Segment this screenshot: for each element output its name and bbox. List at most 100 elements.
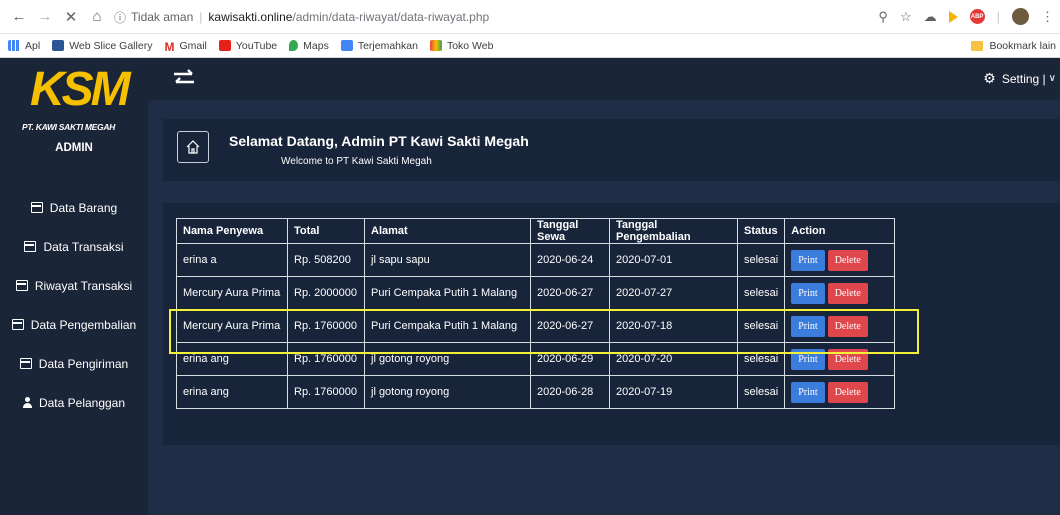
home-button[interactable]	[177, 131, 209, 163]
cell-alamat: jl sapu sapu	[364, 243, 531, 277]
bookmark-youtube[interactable]: YouTube	[218, 39, 278, 52]
menu-kebab-icon[interactable]: ⋮	[1041, 9, 1054, 25]
cell-nama: erina ang	[176, 375, 288, 409]
cell-tanggal-sewa: 2020-06-24	[530, 243, 610, 277]
sidebar-item-label: Data Transaksi	[43, 239, 124, 254]
back-arrow-icon[interactable]: ←	[8, 8, 30, 26]
security-label: Tidak aman	[131, 10, 194, 24]
delete-button[interactable]: Delete	[827, 282, 868, 304]
print-button[interactable]: Print	[791, 249, 825, 271]
table-row: erina ang Rp. 1760000 jl gotong royong 2…	[176, 375, 896, 409]
sidebar: KSM PT. KAWI SAKTI MEGAH ADMIN Data Bara…	[0, 58, 148, 515]
bookmark-label: Gmail	[179, 39, 207, 52]
sidebar-item-label: Riwayat Transaksi	[34, 278, 133, 293]
cell-tanggal-sewa: 2020-06-28	[530, 375, 610, 409]
sidebar-item-data-barang[interactable]: Data Barang	[0, 188, 148, 227]
youtube-icon	[218, 40, 231, 51]
sidebar-item-riwayat-transaksi[interactable]: Riwayat Transaksi	[0, 266, 148, 305]
gear-icon: ⚙	[983, 70, 996, 86]
profile-avatar[interactable]	[1012, 8, 1029, 25]
bookmark-maps[interactable]: Maps	[289, 40, 329, 52]
cell-alamat: Puri Cempaka Putih 1 Malang	[364, 276, 531, 310]
bookmarks-bar: Apl Web Slice Gallery M Gmail YouTube Ma…	[0, 34, 1060, 58]
bookmark-label: Apl	[25, 39, 41, 52]
folder-icon	[24, 241, 37, 252]
delete-button[interactable]: Delete	[827, 249, 868, 271]
cell-action: Print Delete	[784, 276, 896, 310]
bookmark-other[interactable]: Bookmark lain	[971, 40, 1056, 52]
cell-total: Rp. 2000000	[287, 276, 365, 310]
welcome-card: Selamat Datang, Admin PT Kawi Sakti Mega…	[163, 119, 1060, 181]
sidebar-item-label: Data Pengembalian	[30, 317, 137, 332]
logo-subtitle: PT. KAWI SAKTI MEGAH	[22, 122, 116, 132]
url-host: kawisakti.online	[208, 10, 293, 24]
home-icon[interactable]: ⌂	[86, 8, 108, 26]
cell-total: Rp. 1760000	[287, 375, 365, 409]
column-header-tanggal-pengembalian: Tanggal Pengembalian	[609, 218, 738, 244]
table-row: erina a Rp. 508200 jl sapu sapu 2020-06-…	[176, 243, 896, 277]
print-button[interactable]: Print	[791, 282, 825, 304]
translate-icon	[340, 40, 353, 51]
cell-tanggal-sewa: 2020-06-27	[530, 276, 610, 310]
sidebar-item-data-pengembalian[interactable]: Data Pengembalian	[0, 305, 148, 344]
column-header-status: Status	[736, 218, 786, 244]
sidebar-item-label: Data Pelanggan	[38, 395, 126, 410]
column-header-alamat: Alamat	[364, 218, 531, 244]
bookmark-label: YouTube	[235, 39, 278, 52]
bookmark-translate[interactable]: Terjemahkan	[340, 39, 418, 52]
cell-status: selesai	[736, 276, 786, 310]
ksm-logo[interactable]: KSM PT. KAWI SAKTI MEGAH	[22, 66, 132, 133]
web-store-icon	[429, 40, 442, 51]
bookmark-label: Web Slice Gallery	[69, 39, 153, 52]
cell-tanggal-pengembalian: 2020-07-19	[609, 375, 738, 409]
cell-action: Print Delete	[784, 375, 896, 409]
folder-icon	[15, 280, 28, 291]
main-content: Selamat Datang, Admin PT Kawi Sakti Mega…	[148, 100, 1060, 515]
column-header-action: Action	[784, 218, 896, 244]
cell-tanggal-pengembalian: 2020-07-01	[609, 243, 738, 277]
sidebar-item-label: Data Barang	[49, 200, 118, 215]
info-icon[interactable]: ⓘ	[114, 9, 126, 26]
bookmark-other-label: Bookmark lain	[989, 40, 1056, 52]
sidebar-item-data-pengiriman[interactable]: Data Pengiriman	[0, 344, 148, 383]
cloud-icon[interactable]: ☁	[924, 9, 937, 25]
folder-icon	[19, 358, 32, 369]
sidebar-item-label: Data Pengiriman	[38, 356, 129, 371]
swap-arrows-icon[interactable]	[172, 68, 196, 88]
users-icon	[22, 397, 37, 408]
bookmark-apps[interactable]: Apl	[8, 40, 40, 52]
sidebar-item-data-pelanggan[interactable]: Data Pelanggan	[0, 383, 148, 422]
forward-arrow-icon[interactable]: →	[34, 8, 56, 26]
address-bar[interactable]: ⓘ Tidak aman | kawisakti.online /admin/d…	[114, 4, 934, 30]
cell-nama: erina a	[176, 243, 288, 277]
folder-icon	[30, 202, 43, 213]
zoom-icon[interactable]: ⚲	[878, 9, 888, 25]
bookmark-gmail[interactable]: M Gmail	[164, 39, 207, 55]
cell-status: selesai	[736, 375, 786, 409]
column-header-tanggal-sewa: Tanggal Sewa	[530, 218, 610, 244]
table-header-row: Nama Penyewa Total Alamat Tanggal Sewa T…	[176, 218, 896, 244]
sidebar-item-data-transaksi[interactable]: Data Transaksi	[0, 227, 148, 266]
cell-action: Print Delete	[784, 243, 896, 277]
delete-button[interactable]: Delete	[827, 381, 868, 403]
page-subtitle: Welcome to PT Kawi Sakti Megah	[281, 156, 432, 167]
chevron-down-icon: ∨	[1048, 73, 1056, 84]
bookmark-web-store[interactable]: Toko Web	[429, 40, 493, 52]
extension-play-icon[interactable]	[948, 10, 958, 23]
logo-text: KSM	[30, 63, 131, 116]
setting-label: Setting |	[1001, 71, 1046, 86]
bookmark-label: Terjemahkan	[357, 39, 418, 52]
print-button[interactable]: Print	[791, 381, 825, 403]
page-title: Selamat Datang, Admin PT Kawi Sakti Mega…	[229, 133, 529, 149]
adblock-extension-icon[interactable]: ABP	[969, 9, 985, 24]
setting-menu[interactable]: ⚙ Setting | ∨	[983, 70, 1056, 87]
browser-toolbar: ← → ✕ ⌂ ⓘ Tidak aman | kawisakti.online …	[0, 0, 1060, 34]
cell-alamat: jl gotong royong	[364, 375, 531, 409]
close-icon[interactable]: ✕	[60, 8, 82, 26]
folder-icon	[971, 41, 984, 51]
maps-pin-icon	[289, 40, 299, 51]
bookmark-web-slice[interactable]: Web Slice Gallery	[52, 40, 152, 52]
url-path: /admin/data-riwayat/data-riwayat.php	[292, 10, 490, 24]
star-icon[interactable]: ☆	[900, 9, 912, 25]
cell-total: Rp. 508200	[287, 243, 365, 277]
